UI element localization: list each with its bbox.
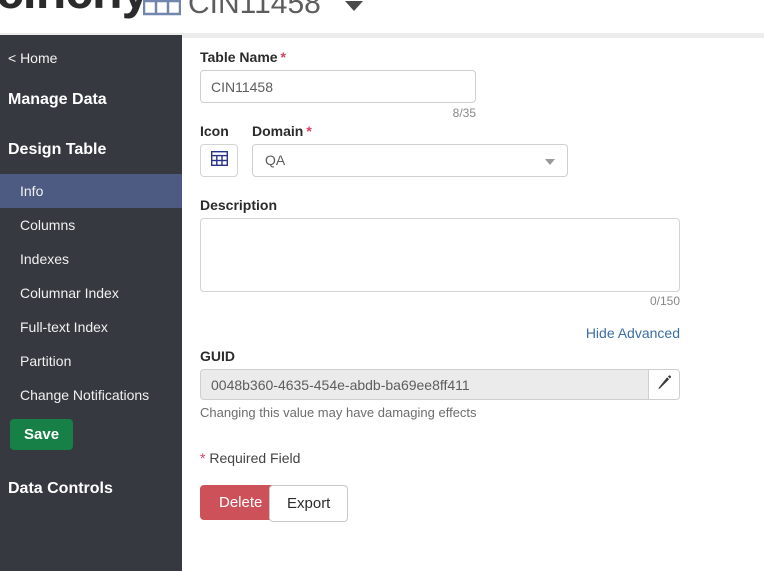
guid-warning-text: Changing this value may have damaging ef… [200, 405, 477, 420]
table-icon [142, 0, 182, 18]
domain-label: Domain * [252, 123, 312, 139]
table-name-counter: 8/35 [452, 106, 476, 120]
required-field-text: Required Field [205, 450, 301, 466]
table-name-input[interactable] [200, 70, 476, 103]
table-name-label-text: Table Name [200, 49, 278, 65]
sidebar-section-design-table[interactable]: Design Table [8, 141, 106, 159]
chevron-down-icon[interactable] [345, 1, 363, 11]
table-icon [210, 150, 228, 171]
sidebar-item-indexes[interactable]: Indexes [0, 242, 182, 276]
guid-field-group [200, 369, 680, 400]
domain-label-text: Domain [252, 123, 304, 139]
icon-picker-button[interactable] [200, 144, 238, 177]
domain-select[interactable]: QA [252, 144, 568, 177]
app-header: cinchy CIN11458 [0, 0, 764, 33]
hide-advanced-link[interactable]: Hide Advanced [200, 325, 680, 341]
pencil-icon [657, 374, 672, 395]
guid-edit-button[interactable] [648, 369, 680, 400]
guid-input[interactable] [200, 369, 648, 400]
cinchy-logo[interactable]: cinchy [0, 0, 149, 16]
icon-label: Icon [200, 123, 229, 139]
sidebar-item-columns[interactable]: Columns [0, 208, 182, 242]
save-button[interactable]: Save [10, 419, 74, 450]
export-button[interactable]: Export [269, 485, 349, 522]
sidebar-item-info[interactable]: Info [0, 174, 182, 208]
description-label: Description [200, 197, 278, 213]
table-name-label: Table Name * [200, 49, 286, 65]
required-field-note: * Required Field [200, 450, 300, 466]
sidebar-home-link[interactable]: < Home [8, 50, 57, 66]
sidebar: < Home Manage Data Design Table Info Col… [0, 35, 182, 571]
main-content: Table Name* 8/35 Icon Domain* QA Descr [182, 38, 764, 571]
page-title: CIN11458 [188, 0, 321, 20]
domain-selected-value: QA [265, 152, 286, 168]
sidebar-section-manage-data[interactable]: Manage Data [8, 91, 107, 109]
app-root: cinchy CIN11458 < Home Manage Data Desig… [0, 0, 764, 571]
description-textarea[interactable] [200, 218, 680, 292]
sidebar-item-columnar-index[interactable]: Columnar Index [0, 276, 182, 310]
sidebar-item-full-text-index[interactable]: Full-text Index [0, 310, 182, 344]
required-marker: * [280, 49, 286, 65]
chevron-down-icon [545, 159, 555, 165]
guid-label: GUID [200, 348, 235, 364]
required-marker: * [306, 123, 312, 139]
sidebar-item-change-notifications[interactable]: Change Notifications [0, 378, 182, 412]
description-counter: 0/150 [649, 294, 680, 308]
sidebar-section-data-controls[interactable]: Data Controls [8, 480, 113, 498]
sidebar-item-partition[interactable]: Partition [0, 344, 182, 378]
